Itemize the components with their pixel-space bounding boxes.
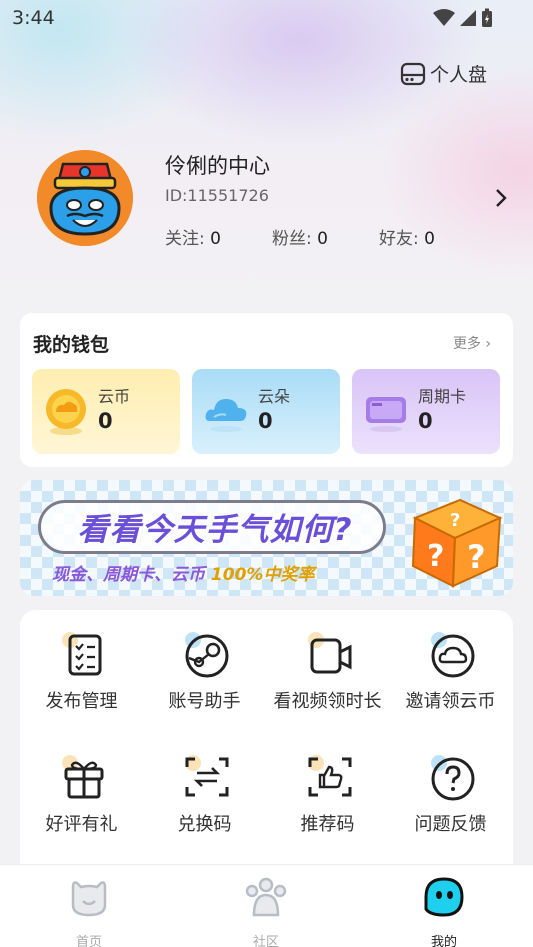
stat-label: 好友: bbox=[379, 229, 419, 249]
question-icon bbox=[431, 755, 475, 801]
video-icon bbox=[308, 632, 352, 674]
bottom-tab-bar: 首页 社区 我的 bbox=[0, 864, 533, 947]
tab-label: 首页 bbox=[75, 935, 102, 947]
exchange-icon bbox=[185, 755, 229, 797]
stat-label: 关注: bbox=[165, 229, 205, 249]
wallet-item-value: 0 bbox=[418, 409, 433, 433]
personal-drive-link[interactable]: 个人盘 bbox=[400, 60, 487, 87]
drive-icon bbox=[400, 62, 426, 85]
wallet-item-value: 0 bbox=[258, 409, 273, 433]
status-time: 3:44 bbox=[12, 7, 55, 29]
grid-item-feedback[interactable]: 问题反馈 bbox=[389, 733, 512, 843]
grid-item-label: 邀请领云币 bbox=[405, 691, 496, 712]
steam-icon bbox=[185, 632, 229, 678]
grid-item-redeem-code[interactable]: 兑换码 bbox=[143, 733, 266, 843]
stat-following[interactable]: 关注: 0 bbox=[165, 224, 272, 249]
svg-text:?: ? bbox=[467, 538, 486, 576]
wallet-item-label: 云朵 bbox=[258, 387, 291, 406]
stat-fans[interactable]: 粉丝: 0 bbox=[272, 224, 379, 249]
grid-item-invite[interactable]: 邀请领云币 bbox=[389, 610, 512, 720]
tab-community[interactable]: 社区 bbox=[216, 875, 316, 947]
wallet-more-label: 更多 bbox=[452, 336, 481, 352]
coin-icon bbox=[46, 389, 86, 435]
gift-icon bbox=[62, 755, 104, 799]
banner-subtitle-prefix: 现金、周期卡、云币 bbox=[52, 565, 205, 585]
community-icon bbox=[245, 877, 287, 917]
wallet-item-label: 云币 bbox=[98, 387, 131, 406]
svg-text:?: ? bbox=[450, 510, 460, 531]
avatar[interactable] bbox=[37, 150, 133, 246]
tab-home[interactable]: 首页 bbox=[39, 875, 139, 947]
home-icon bbox=[71, 881, 107, 917]
personal-drive-label: 个人盘 bbox=[429, 64, 487, 86]
tab-label: 社区 bbox=[252, 935, 279, 947]
banner-subtitle-highlight: 100%中奖率 bbox=[210, 565, 315, 585]
grid-item-watch-video[interactable]: 看视频领时长 bbox=[266, 610, 389, 720]
grid-item-account-helper[interactable]: 账号助手 bbox=[143, 610, 266, 720]
wifi-icon bbox=[433, 9, 455, 26]
stat-value: 0 bbox=[210, 229, 221, 249]
thumbs-up-icon bbox=[308, 755, 352, 797]
stat-value: 0 bbox=[424, 229, 435, 249]
stat-label: 粉丝: bbox=[272, 229, 312, 249]
svg-text:?: ? bbox=[427, 539, 444, 574]
wallet-title: 我的钱包 bbox=[33, 334, 110, 356]
function-grid: 发布管理 账号助手 看视频领时长 邀请领云币 好评有礼 兑换码 推荐码 问题反馈 bbox=[20, 610, 513, 880]
grid-item-label: 发布管理 bbox=[45, 691, 118, 712]
tab-label: 我的 bbox=[430, 935, 457, 947]
signal-icon bbox=[460, 10, 476, 26]
grid-item-label: 兑换码 bbox=[177, 814, 232, 835]
mystery-box-icon: ? ? ? bbox=[411, 498, 503, 588]
username: 伶俐的中心 bbox=[165, 154, 270, 178]
wallet-item-coin[interactable]: 云币 0 bbox=[32, 369, 180, 454]
cloud-icon bbox=[205, 399, 247, 432]
mine-icon bbox=[424, 877, 464, 917]
wallet-more-link[interactable]: 更多 › bbox=[453, 333, 491, 353]
chevron-right-small-icon: › bbox=[485, 336, 491, 352]
wallet-item-label: 周期卡 bbox=[418, 387, 467, 406]
checklist-icon bbox=[62, 632, 102, 676]
profile-stats: 关注: 0 粉丝: 0 好友: 0 bbox=[165, 224, 486, 249]
grid-item-label: 问题反馈 bbox=[414, 814, 487, 835]
battery-icon bbox=[482, 8, 492, 27]
grid-item-label: 好评有礼 bbox=[45, 814, 118, 835]
grid-item-publish-manage[interactable]: 发布管理 bbox=[20, 610, 143, 720]
wallet-item-cloud[interactable]: 云朵 0 bbox=[192, 369, 340, 454]
grid-item-label: 账号助手 bbox=[168, 691, 241, 712]
grid-item-label: 推荐码 bbox=[300, 814, 355, 835]
status-icons bbox=[433, 8, 493, 28]
stat-friends[interactable]: 好友: 0 bbox=[379, 224, 486, 249]
chevron-right-icon[interactable] bbox=[495, 188, 507, 208]
wallet-item-period-card[interactable]: 周期卡 0 bbox=[352, 369, 500, 454]
grid-item-review-gift[interactable]: 好评有礼 bbox=[20, 733, 143, 843]
user-id: ID:11551726 bbox=[165, 186, 269, 205]
profile-section[interactable]: 伶俐的中心 ID:11551726 关注: 0 粉丝: 0 好友: 0 bbox=[0, 140, 533, 270]
cloud-circle-icon bbox=[431, 632, 475, 678]
banner-headline: 看看今天手气如何? bbox=[77, 512, 353, 548]
god-of-wealth-avatar-icon bbox=[37, 150, 133, 246]
banner-subtitle: 现金、周期卡、云币 100%中奖率 bbox=[52, 560, 314, 585]
card-icon bbox=[366, 397, 406, 432]
tab-mine[interactable]: 我的 bbox=[394, 875, 494, 947]
lucky-draw-banner[interactable]: 看看今天手气如何? 现金、周期卡、云币 100%中奖率 ? ? ? bbox=[20, 480, 513, 596]
status-bar: 3:44 bbox=[0, 0, 533, 36]
grid-item-referral-code[interactable]: 推荐码 bbox=[266, 733, 389, 843]
wallet-item-value: 0 bbox=[98, 409, 113, 433]
grid-item-label: 看视频领时长 bbox=[273, 691, 382, 712]
stat-value: 0 bbox=[317, 229, 328, 249]
wallet-card: 我的钱包 更多 › 云币 0 云朵 0 周期卡 0 bbox=[20, 313, 513, 467]
